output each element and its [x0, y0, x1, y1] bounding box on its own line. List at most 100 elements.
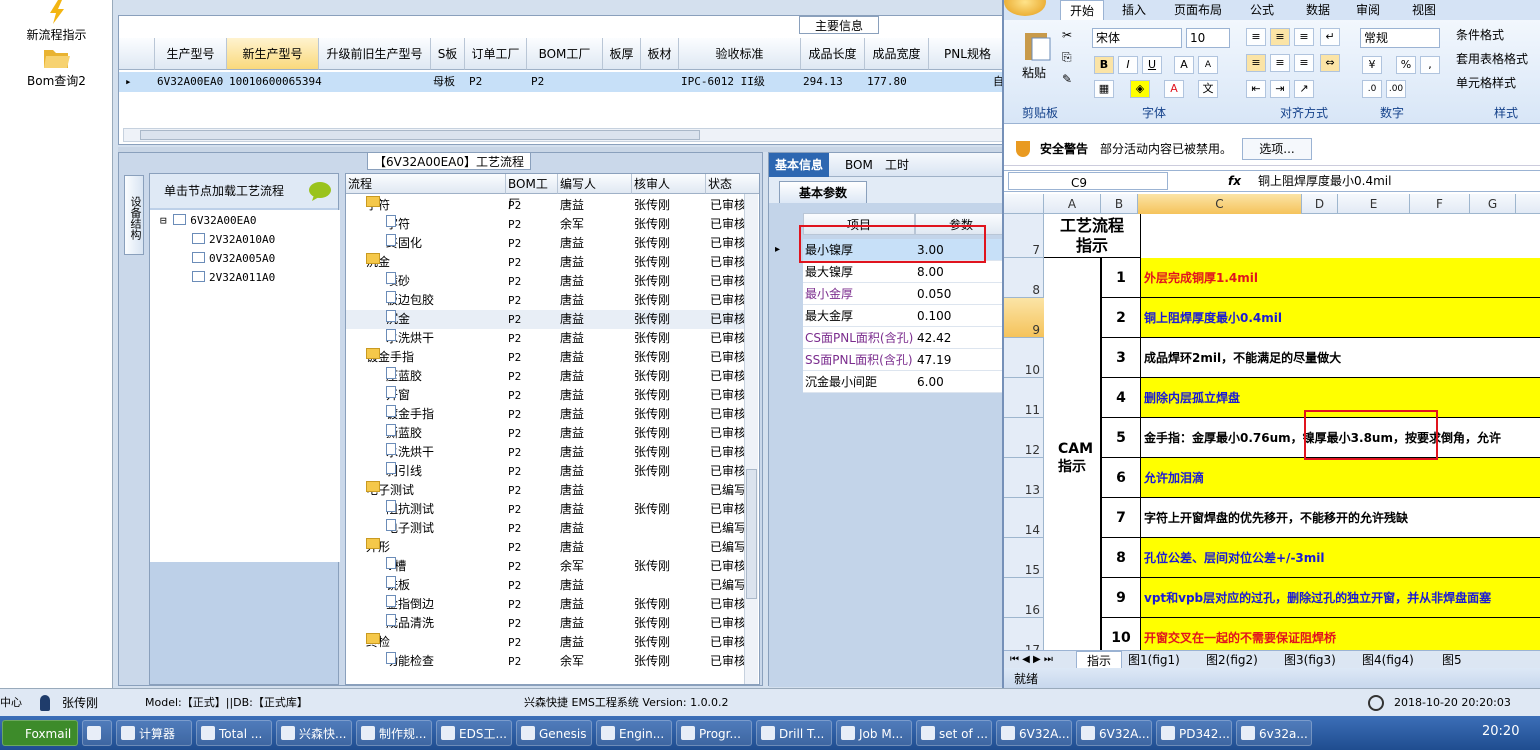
tab-bom[interactable]: BOM	[839, 153, 879, 177]
col-header[interactable]: 核审人	[632, 174, 706, 194]
row-header[interactable]: 10	[1004, 338, 1044, 378]
equipment-structure-tab[interactable]: 设备结构	[124, 175, 144, 255]
task-item[interactable]: 计算器	[116, 720, 192, 746]
task-item[interactable]: EDS工...	[436, 720, 512, 746]
tree-node[interactable]: 0V32A005A0	[192, 250, 275, 268]
item-number[interactable]: 7	[1101, 498, 1141, 538]
task-item[interactable]: PD342...	[1156, 720, 1232, 746]
table-row[interactable]: 喷砂 P2 唐益 张传刚 已审核	[346, 272, 746, 291]
item-text[interactable]: 开窗交叉在一起的不需要保证阻焊桥	[1141, 618, 1540, 650]
conditional-format-button[interactable]: 条件格式	[1456, 26, 1504, 43]
item-number[interactable]: 9	[1101, 578, 1141, 618]
col-D[interactable]: D	[1302, 194, 1338, 214]
border-icon[interactable]: ▦	[1094, 80, 1114, 98]
col-header[interactable]: 板厚	[603, 38, 641, 70]
nav-bom-query[interactable]: Bom查询2	[0, 46, 113, 89]
table-row[interactable]: 沉金 P2 唐益 张传刚 已审核	[346, 253, 746, 272]
decrease-decimal-icon[interactable]: .00	[1386, 80, 1406, 98]
table-row[interactable]: 终检 P2 唐益 张传刚 已审核	[346, 633, 746, 652]
table-row[interactable]: 铣板 P2 唐益 已编写	[346, 576, 746, 595]
row-header[interactable]: 16	[1004, 578, 1044, 618]
col-G[interactable]: G	[1470, 194, 1516, 214]
param-row[interactable]: 沉金最小间距 6.00	[803, 371, 1007, 393]
underline-icon[interactable]: U	[1142, 56, 1162, 74]
task-item[interactable]: Job M...	[836, 720, 912, 746]
col-A[interactable]: A	[1044, 194, 1101, 214]
merge-center-icon[interactable]: ⇔	[1320, 54, 1340, 72]
param-row[interactable]: SS面PNL面积(含孔) 47.19	[803, 349, 1007, 371]
vertical-scrollbar[interactable]	[744, 194, 758, 684]
align-center-icon[interactable]: ≡	[1270, 54, 1290, 72]
col-header[interactable]: 验收标准	[679, 38, 801, 70]
ribbon-tab-review[interactable]: 审阅	[1356, 0, 1380, 20]
italic-icon[interactable]: I	[1118, 56, 1138, 74]
col-header[interactable]: PNL规格	[929, 38, 1007, 70]
office-button[interactable]	[1004, 0, 1046, 16]
task-item[interactable]: set of ...	[916, 720, 992, 746]
tab-work-hours[interactable]: 工时	[879, 153, 915, 177]
col-E[interactable]: E	[1338, 194, 1410, 214]
sheet-tab[interactable]: 图2(fig2)	[1206, 651, 1258, 669]
table-row[interactable]: 沉金 P2 唐益 张传刚 已审核	[346, 310, 746, 329]
col-header[interactable]: 升级前旧生产型号	[319, 38, 431, 70]
row-header[interactable]: 7	[1004, 214, 1044, 258]
format-painter-icon[interactable]: ✎	[1062, 72, 1072, 86]
ribbon-tab-home[interactable]: 开始	[1060, 0, 1104, 20]
table-row[interactable]: 板边包胶 P2 唐益 张传刚 已审核	[346, 291, 746, 310]
table-row[interactable]: 电子测试 P2 唐益 已编写	[346, 481, 746, 500]
ribbon-tab-view[interactable]: 视图	[1412, 0, 1436, 20]
param-row[interactable]: 最大镍厚 8.00	[803, 261, 1007, 283]
formula-input[interactable]: 铜上阻焊厚度最小0.4mil	[1258, 171, 1391, 191]
tree-node[interactable]: 2V32A010A0	[192, 231, 275, 249]
grow-font-icon[interactable]: A	[1174, 56, 1194, 74]
col-header[interactable]: BOM工厂	[506, 174, 558, 211]
task-item[interactable]: 6V32A...	[1076, 720, 1152, 746]
nav-new-flow[interactable]: 新流程指示	[0, 0, 113, 43]
col-header[interactable]: 新生产型号	[227, 38, 319, 70]
item-text[interactable]: 成品焊环2mil，不能满足的尽量做大	[1141, 338, 1540, 378]
cam-label-cell[interactable]: CAM指示	[1044, 258, 1101, 650]
wrap-text-icon[interactable]: ↵	[1320, 28, 1340, 46]
font-name-select[interactable]: 宋体	[1092, 28, 1182, 48]
table-row[interactable]: 字符 P2 余军 张传刚 已审核	[346, 215, 746, 234]
align-top-icon[interactable]: ≡	[1246, 28, 1266, 46]
font-size-select[interactable]: 10	[1186, 28, 1230, 48]
align-left-icon[interactable]: ≡	[1246, 54, 1266, 72]
ribbon-tab-layout[interactable]: 页面布局	[1174, 0, 1222, 20]
table-row[interactable]: 金指倒边 P2 唐益 张传刚 已审核	[346, 595, 746, 614]
paste-button[interactable]: 粘贴	[1022, 64, 1046, 81]
align-right-icon[interactable]: ≡	[1294, 54, 1314, 72]
table-row[interactable]: 压蓝胶 P2 唐益 张传刚 已审核	[346, 367, 746, 386]
tab-basic-info[interactable]: 基本信息	[769, 153, 830, 177]
item-number[interactable]: 8	[1101, 538, 1141, 578]
row-header[interactable]: 13	[1004, 458, 1044, 498]
fill-color-icon[interactable]: ◈	[1130, 80, 1150, 98]
col-header[interactable]: 板材	[641, 38, 679, 70]
table-row[interactable]: 成品清洗 P2 唐益 张传刚 已审核	[346, 614, 746, 633]
task-item[interactable]: Genesis	[516, 720, 592, 746]
task-item[interactable]: 兴森快...	[276, 720, 352, 746]
task-item[interactable]: Foxmail	[2, 720, 78, 746]
cut-icon[interactable]: ✂	[1062, 28, 1072, 42]
item-text[interactable]: 孔位公差、层间对位公差+/-3mil	[1141, 538, 1540, 578]
col-header[interactable]: BOM工厂	[527, 38, 603, 70]
sheet-tab[interactable]: 图4(fig4)	[1362, 651, 1414, 669]
align-bottom-icon[interactable]: ≡	[1294, 28, 1314, 46]
item-number[interactable]: 3	[1101, 338, 1141, 378]
cell-style-button[interactable]: 单元格样式	[1456, 74, 1516, 91]
bold-icon[interactable]: B	[1094, 56, 1114, 74]
param-row[interactable]: 最小金厚 0.050	[803, 283, 1007, 305]
col-header[interactable]: 生产型号	[155, 38, 227, 70]
sheet-tab[interactable]: 图3(fig3)	[1284, 651, 1336, 669]
table-row[interactable]: 镀金手指 P2 唐益 张传刚 已审核	[346, 405, 746, 424]
shrink-font-icon[interactable]: A	[1198, 56, 1218, 74]
row-header[interactable]: 12	[1004, 418, 1044, 458]
item-number[interactable]: 5	[1101, 418, 1141, 458]
task-item[interactable]: Engin...	[596, 720, 672, 746]
sheet-tab[interactable]: 图5	[1442, 651, 1462, 669]
table-row[interactable]: 撕蓝胶 P2 唐益 张传刚 已审核	[346, 424, 746, 443]
ribbon-tab-data[interactable]: 数据	[1306, 0, 1330, 20]
col-header[interactable]: 编写人	[558, 174, 632, 194]
item-text[interactable]: 允许加泪滴	[1141, 458, 1540, 498]
increase-indent-icon[interactable]: ⇥	[1270, 80, 1290, 98]
